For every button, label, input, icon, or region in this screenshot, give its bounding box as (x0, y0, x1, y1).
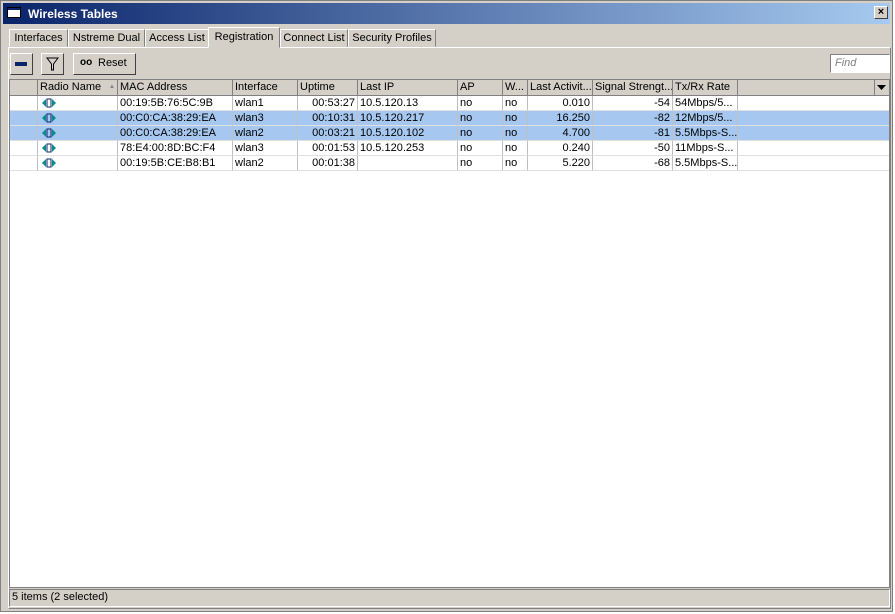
uptime-cell: 00:01:53 (298, 141, 358, 156)
interface-cell: wlan3 (233, 141, 298, 156)
wireless-client-icon (42, 158, 56, 168)
filter-button[interactable] (41, 53, 64, 75)
find-input[interactable]: Find (830, 54, 890, 73)
mac-cell: 00:C0:CA:38:29:EA (118, 111, 233, 126)
signal-cell: -50 (593, 141, 673, 156)
status-bar: 5 items (2 selected) (9, 589, 890, 607)
tab-interfaces[interactable]: Interfaces (9, 29, 68, 47)
header-marker (10, 80, 38, 96)
mac-cell: 00:19:5B:76:5C:9B (118, 96, 233, 111)
wireless-tables-window: Wireless Tables × Interfaces Nstreme Dua… (0, 0, 893, 612)
window-icon (7, 7, 21, 18)
remove-button[interactable] (10, 53, 33, 75)
wds-cell: no (503, 111, 528, 126)
reset-counter-icon: oo (80, 57, 93, 68)
tab-connect-list[interactable]: Connect List (280, 29, 348, 47)
last-ip-cell: 10.5.120.13 (358, 96, 458, 111)
wireless-client-icon (42, 98, 56, 108)
filter-icon (46, 57, 59, 71)
radio-name-cell (38, 126, 118, 141)
wireless-client-icon (42, 143, 56, 153)
header-signal-strength[interactable]: Signal Strengt... (593, 80, 673, 96)
header-radio-name[interactable]: Radio Name (38, 80, 118, 96)
last-activity-cell: 5.220 (528, 156, 593, 171)
interface-cell: wlan2 (233, 156, 298, 171)
mac-cell: 00:19:5B:CE:B8:B1 (118, 156, 233, 171)
uptime-cell: 00:53:27 (298, 96, 358, 111)
interface-cell: wlan3 (233, 111, 298, 126)
mac-cell: 78:E4:00:8D:BC:F4 (118, 141, 233, 156)
header-interface[interactable]: Interface (233, 80, 298, 96)
uptime-cell: 00:01:38 (298, 156, 358, 171)
column-menu-button[interactable] (875, 80, 889, 96)
wds-cell: no (503, 156, 528, 171)
uptime-cell: 00:03:21 (298, 126, 358, 141)
rate-cell: 5.5Mbps-S... (673, 126, 738, 141)
last-activity-cell: 16.250 (528, 111, 593, 126)
radio-name-cell (38, 96, 118, 111)
rate-cell: 5.5Mbps-S... (673, 156, 738, 171)
header-last-ip[interactable]: Last IP (358, 80, 458, 96)
registration-table: Radio Name MAC Address Interface Uptime … (9, 79, 890, 588)
wds-cell: no (503, 126, 528, 141)
tab-registration[interactable]: Registration (208, 27, 280, 48)
header-last-activity[interactable]: Last Activit... (528, 80, 593, 96)
last-activity-cell: 0.010 (528, 96, 593, 111)
table-row[interactable]: 78:E4:00:8D:BC:F4 wlan3 00:01:53 10.5.12… (10, 141, 889, 156)
table-row[interactable]: 00:C0:CA:38:29:EA wlan3 00:10:31 10.5.12… (10, 111, 889, 126)
wds-cell: no (503, 96, 528, 111)
wireless-client-icon (42, 128, 56, 138)
last-ip-cell: 10.5.120.102 (358, 126, 458, 141)
header-filler (738, 80, 875, 96)
interface-cell: wlan2 (233, 126, 298, 141)
title-bar[interactable]: Wireless Tables × (3, 3, 890, 24)
minus-icon (15, 62, 27, 66)
table-row[interactable]: 00:19:5B:76:5C:9B wlan1 00:53:27 10.5.12… (10, 96, 889, 111)
tab-access-list[interactable]: Access List (145, 29, 209, 47)
ap-cell: no (458, 111, 503, 126)
signal-cell: -68 (593, 156, 673, 171)
ap-cell: no (458, 126, 503, 141)
ap-cell: no (458, 156, 503, 171)
header-mac-address[interactable]: MAC Address (118, 80, 233, 96)
close-button[interactable]: × (874, 6, 888, 19)
header-uptime[interactable]: Uptime (298, 80, 358, 96)
wireless-client-icon (42, 113, 56, 123)
last-ip-cell: 10.5.120.217 (358, 111, 458, 126)
last-ip-cell: 10.5.120.253 (358, 141, 458, 156)
tab-security-profiles[interactable]: Security Profiles (348, 29, 436, 47)
radio-name-cell (38, 111, 118, 126)
interface-cell: wlan1 (233, 96, 298, 111)
window-title: Wireless Tables (28, 7, 118, 21)
rate-cell: 54Mbps/5... (673, 96, 738, 111)
signal-cell: -54 (593, 96, 673, 111)
radio-name-cell (38, 156, 118, 171)
uptime-cell: 00:10:31 (298, 111, 358, 126)
ap-cell: no (458, 96, 503, 111)
reset-label: Reset (98, 57, 127, 69)
chevron-down-icon (877, 85, 886, 90)
last-activity-cell: 4.700 (528, 126, 593, 141)
signal-cell: -82 (593, 111, 673, 126)
header-ap[interactable]: AP (458, 80, 503, 96)
table-row[interactable]: 00:19:5B:CE:B8:B1 wlan2 00:01:38 no no 5… (10, 156, 889, 171)
last-activity-cell: 0.240 (528, 141, 593, 156)
header-wds[interactable]: W... (503, 80, 528, 96)
radio-name-cell (38, 141, 118, 156)
tab-nstreme-dual[interactable]: Nstreme Dual (68, 29, 145, 47)
table-header: Radio Name MAC Address Interface Uptime … (10, 80, 889, 96)
last-ip-cell (358, 156, 458, 171)
table-row[interactable]: 00:C0:CA:38:29:EA wlan2 00:03:21 10.5.12… (10, 126, 889, 141)
rate-cell: 11Mbps-S... (673, 141, 738, 156)
rate-cell: 12Mbps/5... (673, 111, 738, 126)
wds-cell: no (503, 141, 528, 156)
signal-cell: -81 (593, 126, 673, 141)
header-tx-rx-rate[interactable]: Tx/Rx Rate (673, 80, 738, 96)
ap-cell: no (458, 141, 503, 156)
mac-cell: 00:C0:CA:38:29:EA (118, 126, 233, 141)
reset-button[interactable]: oo Reset (73, 53, 136, 75)
